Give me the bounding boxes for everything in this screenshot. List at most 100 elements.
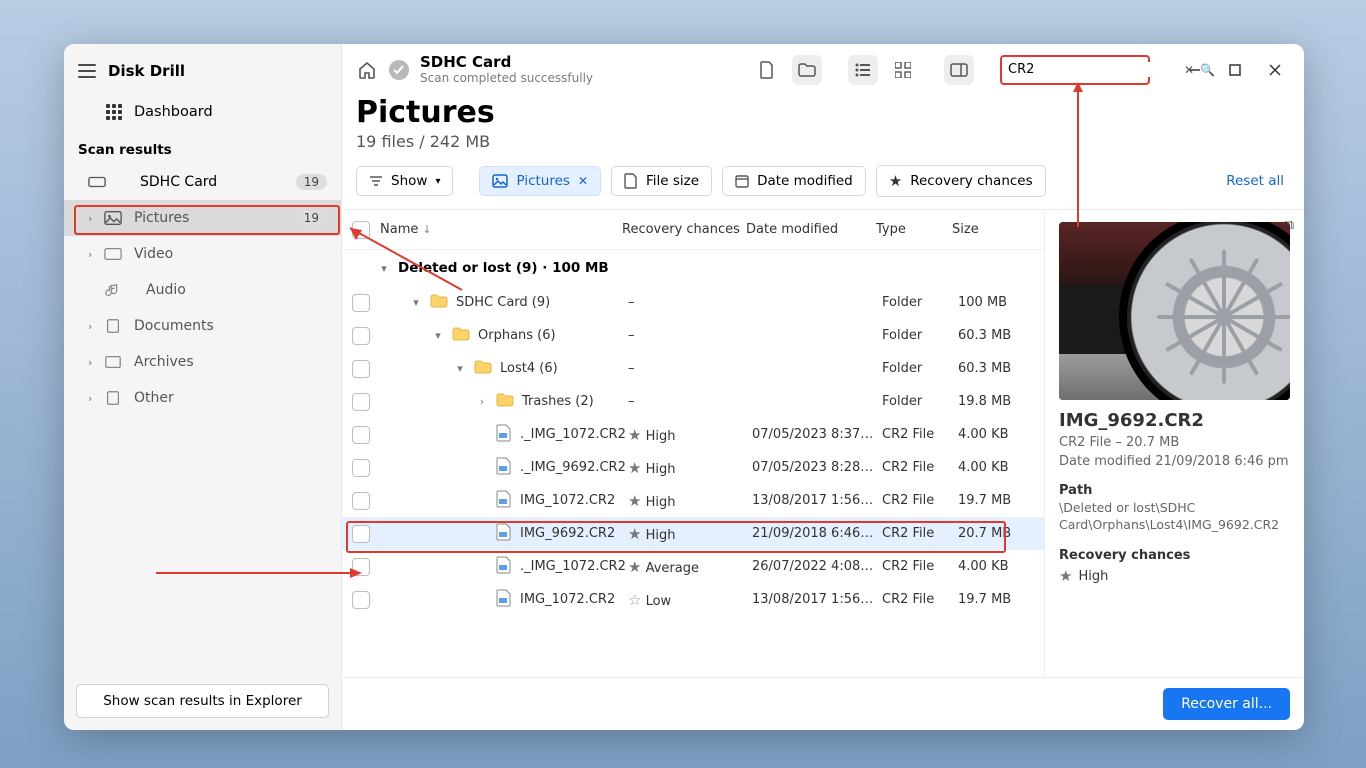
select-all-checkbox[interactable] [352,221,370,239]
sidebar-item-other[interactable]: › Other [64,380,341,416]
close-button[interactable] [1260,55,1290,85]
recover-all-button[interactable]: Recover all... [1163,688,1290,720]
chevron-right-icon: › [88,392,92,405]
panel-view-icon[interactable] [944,55,974,85]
other-icon [104,390,122,406]
remove-chip-icon[interactable]: ✕ [578,174,588,188]
col-date[interactable]: Date modified [746,222,876,237]
file-icon[interactable] [752,55,782,85]
star-icon: ★ [628,426,641,444]
star-icon: ★ [628,492,641,510]
cell-size: 19.8 MB [958,394,1044,409]
table-row[interactable]: IMG_1072.CR2☆ Low13/08/2017 1:56…CR2 Fil… [342,583,1044,616]
detail-panel: ⧉ IMG_9692.CR2 CR2 File – 20.7 MB Da [1044,210,1304,677]
folder-icon [496,393,514,411]
table-row[interactable]: IMG_1072.CR2★ High13/08/2017 1:56…CR2 Fi… [342,484,1044,517]
minimize-button[interactable] [1180,55,1210,85]
cell-recovery: ☆ Low [628,591,752,609]
cell-date: 21/09/2018 6:46… [752,526,882,541]
cell-type: CR2 File [882,592,958,607]
sidebar-item-audio[interactable]: Audio [64,272,341,308]
maximize-button[interactable] [1220,55,1250,85]
badge: 19 [296,210,327,226]
chevron-right-icon: › [88,248,92,261]
row-checkbox[interactable] [352,327,370,345]
table-row[interactable]: ._IMG_1072.CR2★ Average26/07/2022 4:08…C… [342,550,1044,583]
chevron-down-icon[interactable]: ▾ [432,329,444,342]
table-row[interactable]: ▾Lost4 (6)–Folder60.3 MB [342,352,1044,385]
menu-icon[interactable] [78,64,96,78]
sidebar-item-sdhc-card[interactable]: SDHC Card 19 [64,164,341,200]
detail-date: Date modified 21/09/2018 6:46 pm [1059,454,1290,469]
chevron-right-icon: › [88,212,92,225]
cell-type: Folder [882,361,958,376]
row-checkbox[interactable] [352,492,370,510]
cell-recovery: ★ High [628,426,752,444]
col-size[interactable]: Size [952,222,1038,237]
table-row[interactable]: ▾Orphans (6)–Folder60.3 MB [342,319,1044,352]
file-icon [496,556,512,578]
detail-filename: IMG_9692.CR2 [1059,410,1290,431]
chevron-right-icon[interactable]: › [476,395,488,408]
recovery-chances-chip[interactable]: ★ Recovery chances [876,165,1046,197]
file-icon [496,490,512,512]
cell-recovery: – [628,361,752,376]
table-row[interactable]: ›Trashes (2)–Folder19.8 MB [342,385,1044,418]
file-size-chip[interactable]: File size [611,166,712,196]
sidebar-item-documents[interactable]: › Documents [64,308,341,344]
folder-icon [430,294,448,312]
col-type[interactable]: Type [876,222,952,237]
scan-results-header: Scan results [64,132,341,164]
row-checkbox[interactable] [352,525,370,543]
row-checkbox[interactable] [352,558,370,576]
search-field[interactable]: ✕ 🔍 [1000,55,1150,85]
home-icon[interactable] [356,59,378,81]
col-name[interactable]: Name↓ [380,222,622,237]
chevron-down-icon[interactable]: ▾ [454,362,466,375]
filter-bar: Show ▾ Pictures ✕ File size Date modifie… [342,151,1304,210]
detail-path: \Deleted or lost\SDHC Card\Orphans\Lost4… [1059,500,1290,534]
table-row[interactable]: ._IMG_1072.CR2★ High07/05/2023 8:37…CR2 … [342,418,1044,451]
list-view-icon[interactable] [848,55,878,85]
row-checkbox[interactable] [352,393,370,411]
file-name: IMG_1072.CR2 [520,592,615,607]
row-checkbox[interactable] [352,426,370,444]
cell-recovery: ★ Average [628,558,752,576]
table-row[interactable]: IMG_9692.CR2★ High21/09/2018 6:46…CR2 Fi… [342,517,1044,550]
folder-view-icon[interactable] [792,55,822,85]
show-chip[interactable]: Show ▾ [356,166,453,196]
grid-view-icon[interactable] [888,55,918,85]
row-checkbox[interactable] [352,459,370,477]
pictures-chip[interactable]: Pictures ✕ [479,166,601,196]
label: Video [134,246,173,262]
row-checkbox[interactable] [352,591,370,609]
sidebar-item-archives[interactable]: › Archives [64,344,341,380]
col-recovery[interactable]: Recovery chances [622,222,746,237]
sidebar-dashboard[interactable]: Dashboard [64,92,341,132]
date-modified-chip[interactable]: Date modified [722,166,866,196]
page-title: Pictures [356,95,1290,130]
search-input[interactable] [1008,62,1178,77]
cell-recovery: ★ High [628,525,752,543]
star-icon: ★ [628,525,641,543]
cell-size: 60.3 MB [958,328,1044,343]
table-row[interactable]: ._IMG_9692.CR2★ High07/05/2023 8:28…CR2 … [342,451,1044,484]
cell-date: 07/05/2023 8:37… [752,427,882,442]
sidebar-item-video[interactable]: › Video [64,236,341,272]
cell-type: CR2 File [882,526,958,541]
group-header[interactable]: ▾ Deleted or lost (9) · 100 MB [342,250,1044,286]
show-in-explorer-button[interactable]: Show scan results in Explorer [76,684,329,718]
topbar-title: SDHC Card [420,54,593,71]
row-checkbox[interactable] [352,294,370,312]
filter-icon [369,175,383,187]
sidebar-item-pictures[interactable]: › Pictures 19 [64,200,341,236]
row-checkbox[interactable] [352,360,370,378]
table-row[interactable]: ▾SDHC Card (9)–Folder100 MB [342,286,1044,319]
cell-size: 100 MB [958,295,1044,310]
chevron-down-icon[interactable]: ▾ [410,296,422,309]
file-icon [496,424,512,446]
reset-all-link[interactable]: Reset all [1226,173,1290,189]
file-icon [496,457,512,479]
document-icon [104,318,122,334]
file-icon [496,589,512,611]
